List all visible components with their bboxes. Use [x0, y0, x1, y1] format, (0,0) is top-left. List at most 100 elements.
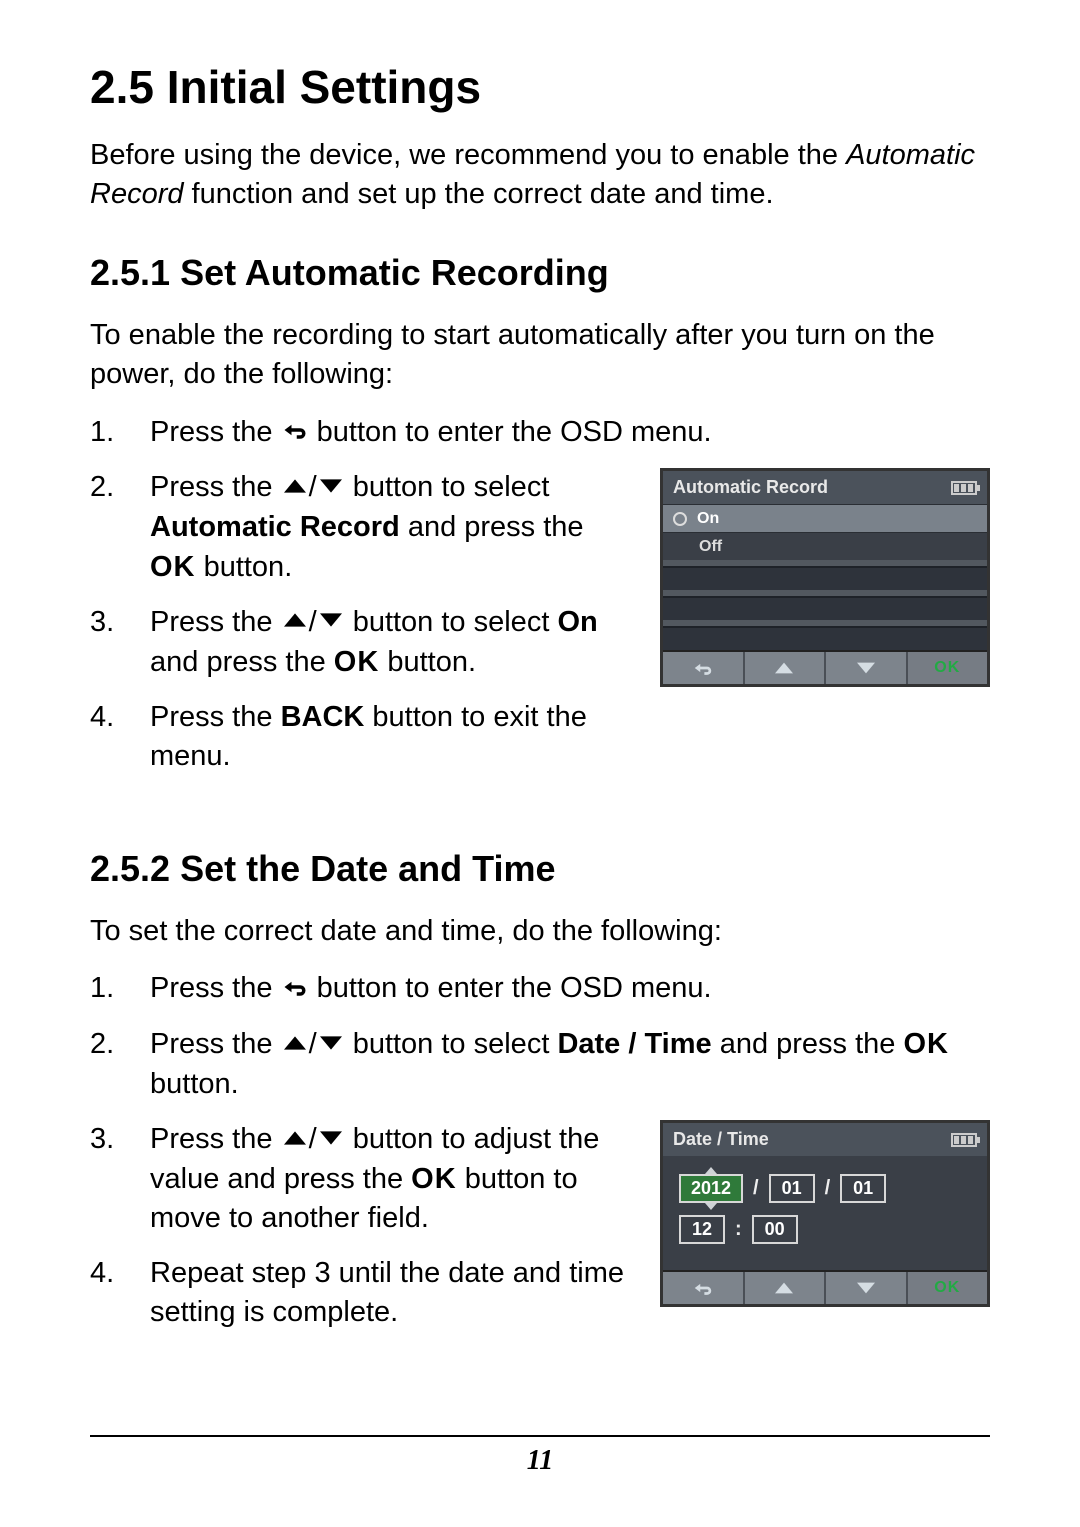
s2-step2-a: Press the — [150, 1028, 281, 1060]
osd-body: 2012 / 01 / 01 12 : 00 — [663, 1156, 987, 1270]
step-num: 3. — [90, 603, 150, 682]
intro-text-b: function and set up the correct date and… — [184, 178, 774, 210]
step2-bold: Automatic Record — [150, 511, 400, 543]
section-252-heading: 2.5.2 Set the Date and Time — [90, 848, 990, 890]
s2-step2-d: button. — [150, 1068, 239, 1100]
step-num: 3. — [90, 1120, 150, 1238]
intro-text-a: Before using the device, we recommend yo… — [90, 139, 846, 171]
s2-step2-c: and press the — [720, 1028, 904, 1060]
step-num: 1. — [90, 413, 150, 453]
intro-paragraph: Before using the device, we recommend yo… — [90, 136, 990, 214]
section-251-heading: 2.5.1 Set Automatic Recording — [90, 252, 990, 294]
osd-date-time: Date / Time 2012 / 01 / 01 12 : 00 — [660, 1120, 990, 1307]
return-icon — [281, 970, 309, 1009]
time-line: 12 : 00 — [679, 1215, 971, 1244]
step4-bold: BACK — [281, 701, 365, 733]
hour-field[interactable]: 12 — [679, 1215, 725, 1244]
up-icon — [281, 1026, 309, 1065]
battery-icon — [951, 1133, 977, 1147]
step1-a: Press the — [150, 416, 281, 448]
osd-footer: OK — [663, 650, 987, 684]
ok-label: OK — [334, 646, 380, 678]
year-field[interactable]: 2012 — [679, 1174, 743, 1203]
osd-empty-row — [663, 566, 987, 590]
section-251-steps-top: 1. Press the button to enter the OSD men… — [90, 413, 990, 453]
s2-step2-bold: Date / Time — [557, 1028, 711, 1060]
step-num: 2. — [90, 1025, 150, 1104]
osd-ok-button[interactable]: OK — [908, 652, 988, 684]
separator: / — [753, 1177, 759, 1200]
separator: / — [825, 1177, 831, 1200]
step-4: 4. Repeat step 3 until the date and time… — [90, 1254, 632, 1332]
s2-step3-a: Press the — [150, 1123, 281, 1155]
step1-b: button to enter the OSD menu. — [317, 416, 712, 448]
step2-d: button. — [204, 551, 293, 583]
s2-step1-b: button to enter the OSD menu. — [317, 972, 712, 1004]
page-number: 11 — [90, 1445, 990, 1477]
osd-back-button[interactable] — [663, 1272, 745, 1304]
s2-step2-b: button to select — [353, 1028, 558, 1060]
down-icon — [317, 603, 345, 642]
section-252-steps-top: 1. Press the button to enter the OSD men… — [90, 969, 990, 1104]
step3-bold: On — [557, 606, 597, 638]
s2-step4: Repeat step 3 until the date and time se… — [150, 1254, 632, 1332]
step4-a: Press the — [150, 701, 281, 733]
step2-c: and press the — [408, 511, 584, 543]
ok-label: OK — [411, 1163, 457, 1195]
osd-header: Date / Time — [663, 1123, 987, 1156]
osd-ok-button[interactable]: OK — [908, 1272, 988, 1304]
osd-footer: OK — [663, 1270, 987, 1304]
radio-icon — [673, 512, 687, 526]
osd-down-button[interactable] — [826, 1272, 908, 1304]
minute-field[interactable]: 00 — [752, 1215, 798, 1244]
down-icon — [317, 1121, 345, 1160]
ok-label: OK — [150, 551, 196, 583]
osd-back-button[interactable] — [663, 652, 745, 684]
section-252-steps: 3. Press the / button to adjust the valu… — [90, 1120, 632, 1332]
up-icon — [281, 603, 309, 642]
up-icon — [281, 1121, 309, 1160]
page-footer: 11 — [90, 1435, 990, 1477]
osd-up-button[interactable] — [745, 1272, 827, 1304]
footer-rule — [90, 1435, 990, 1437]
step-1: 1. Press the button to enter the OSD men… — [90, 969, 990, 1009]
osd-up-button[interactable] — [745, 652, 827, 684]
osd-automatic-record: Automatic Record On Off OK — [660, 468, 990, 687]
month-field[interactable]: 01 — [769, 1174, 815, 1203]
step-2: 2. Press the / button to select Date / T… — [90, 1025, 990, 1104]
step-2: 2. Press the / button to select Automati… — [90, 468, 632, 586]
separator: : — [735, 1218, 742, 1241]
step3-a: Press the — [150, 606, 281, 638]
osd-down-button[interactable] — [826, 652, 908, 684]
osd-header: Automatic Record — [663, 471, 987, 504]
osd-option-off[interactable]: Off — [663, 532, 987, 560]
step-3: 3. Press the / button to adjust the valu… — [90, 1120, 632, 1238]
battery-icon — [951, 481, 977, 495]
osd-title: Automatic Record — [673, 477, 828, 498]
up-icon — [281, 469, 309, 508]
ok-label: OK — [904, 1028, 950, 1060]
step-num: 4. — [90, 698, 150, 776]
day-field[interactable]: 01 — [840, 1174, 886, 1203]
section-251-intro: To enable the recording to start automat… — [90, 316, 990, 394]
down-icon — [317, 1026, 345, 1065]
step-num: 2. — [90, 468, 150, 586]
step-4: 4. Press the BACK button to exit the men… — [90, 698, 632, 776]
return-icon — [281, 413, 309, 452]
osd-title: Date / Time — [673, 1129, 769, 1150]
step3-c: and press the — [150, 646, 334, 678]
section-252-intro: To set the correct date and time, do the… — [90, 912, 990, 951]
step-num: 1. — [90, 969, 150, 1009]
step-num: 4. — [90, 1254, 150, 1332]
section-251-steps: 2. Press the / button to select Automati… — [90, 468, 632, 776]
page-title: 2.5 Initial Settings — [90, 60, 990, 114]
step2-a: Press the — [150, 471, 281, 503]
osd-option-on[interactable]: On — [663, 504, 987, 532]
osd-option-off-label: Off — [699, 538, 722, 556]
step3-b: button to select — [353, 606, 558, 638]
osd-empty-row — [663, 596, 987, 620]
osd-option-on-label: On — [697, 510, 719, 528]
down-icon — [317, 469, 345, 508]
step-3: 3. Press the / button to select On and p… — [90, 603, 632, 682]
s2-step1-a: Press the — [150, 972, 281, 1004]
